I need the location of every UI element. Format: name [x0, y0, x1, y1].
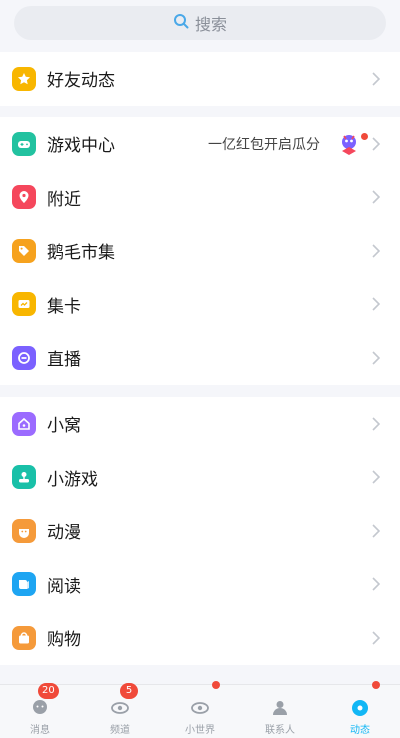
- chevron-right-icon: [372, 524, 380, 538]
- chevron-right-icon: [372, 577, 380, 591]
- card-icon: [12, 292, 36, 317]
- menu-item-nest[interactable]: 小窝: [0, 397, 400, 451]
- menu-item-live[interactable]: 直播: [0, 331, 400, 385]
- house-icon: [12, 411, 36, 436]
- chevron-right-icon: [372, 190, 380, 204]
- chevron-right-icon: [372, 470, 380, 484]
- tab-world[interactable]: 小世界: [160, 681, 240, 738]
- contacts-icon: [273, 701, 287, 715]
- tab-label-contacts: 联系人: [265, 725, 295, 736]
- game-red-dot: [361, 133, 368, 140]
- live-icon: [12, 345, 36, 370]
- menu-label-market: 鹅毛市集: [47, 243, 115, 264]
- chevron-right-icon: [372, 72, 380, 86]
- menu-item-cards[interactable]: 集卡: [0, 278, 400, 332]
- menu-label-live: 直播: [47, 350, 81, 371]
- menu-item-nearby[interactable]: 附近: [0, 171, 400, 225]
- menu-label-nearby: 附近: [47, 189, 81, 210]
- menu-item-friends[interactable]: 好友动态: [0, 52, 400, 106]
- dynamic-icon: [352, 700, 368, 716]
- tab-label-channel: 频道: [110, 725, 130, 736]
- location-pin-icon: [12, 185, 36, 210]
- dynamic-dot: [372, 681, 380, 689]
- menu-label-shop: 购物: [47, 630, 81, 651]
- search-label: 搜索: [194, 15, 227, 34]
- bottom-tab-bar: 20 消息 5 频道 小世界 联系人 动态: [0, 681, 400, 738]
- menu-item-minigame[interactable]: 小游戏: [0, 451, 400, 505]
- menu-label-game-center: 游戏中心: [47, 136, 115, 157]
- chevron-right-icon: [372, 351, 380, 365]
- chevron-right-icon: [372, 244, 380, 258]
- menu-group-friends: 好友动态: [0, 52, 400, 106]
- tab-contacts[interactable]: 联系人: [240, 685, 320, 738]
- star-icon: [12, 66, 36, 91]
- tag-icon: [12, 238, 36, 263]
- menu-label-minigame: 小游戏: [47, 469, 98, 490]
- menu-item-market[interactable]: 鹅毛市集: [0, 224, 400, 278]
- menu-label-anime: 动漫: [47, 523, 81, 544]
- game-mascot-icon: [342, 134, 356, 155]
- tab-messages[interactable]: 20 消息: [0, 683, 80, 738]
- chevron-right-icon: [372, 137, 380, 151]
- chevron-right-icon: [372, 631, 380, 645]
- search-icon: [173, 13, 189, 33]
- tab-label-world: 小世界: [185, 725, 215, 736]
- menu-group-services: 游戏中心 一亿红包开启瓜分 附近 鹅毛市集 集卡 直播: [0, 117, 400, 385]
- menu-label-cards: 集卡: [47, 296, 81, 317]
- menu-label-friends: 好友动态: [47, 71, 115, 92]
- book-icon: [12, 572, 36, 597]
- menu-item-shop[interactable]: 购物: [0, 611, 400, 665]
- world-dot: [212, 681, 220, 689]
- anime-icon: [12, 518, 36, 543]
- tab-label-messages: 消息: [30, 725, 50, 736]
- chevron-right-icon: [372, 297, 380, 311]
- menu-item-anime[interactable]: 动漫: [0, 504, 400, 558]
- gamepad-icon: [12, 131, 36, 156]
- messages-badge: 20: [38, 683, 59, 699]
- tab-label-dynamic: 动态: [350, 725, 370, 736]
- chevron-right-icon: [372, 417, 380, 431]
- world-icon: [191, 702, 209, 714]
- menu-item-read[interactable]: 阅读: [0, 558, 400, 612]
- menu-group-entertainment: 小窝 小游戏 动漫 阅读 购物: [0, 397, 400, 665]
- tab-dynamic[interactable]: 动态: [320, 681, 400, 738]
- channel-badge: 5: [120, 683, 138, 699]
- joystick-icon: [12, 465, 36, 490]
- channel-icon: [111, 702, 129, 714]
- menu-label-nest: 小窝: [47, 416, 81, 437]
- message-icon: [33, 700, 47, 714]
- menu-label-read: 阅读: [47, 576, 81, 597]
- tab-channel[interactable]: 5 频道: [80, 683, 160, 738]
- search-bar[interactable]: 搜索: [14, 6, 386, 40]
- menu-item-game-center[interactable]: 游戏中心 一亿红包开启瓜分: [0, 117, 400, 171]
- shopping-icon: [12, 625, 36, 650]
- game-promo-text: 一亿红包开启瓜分: [208, 136, 320, 153]
